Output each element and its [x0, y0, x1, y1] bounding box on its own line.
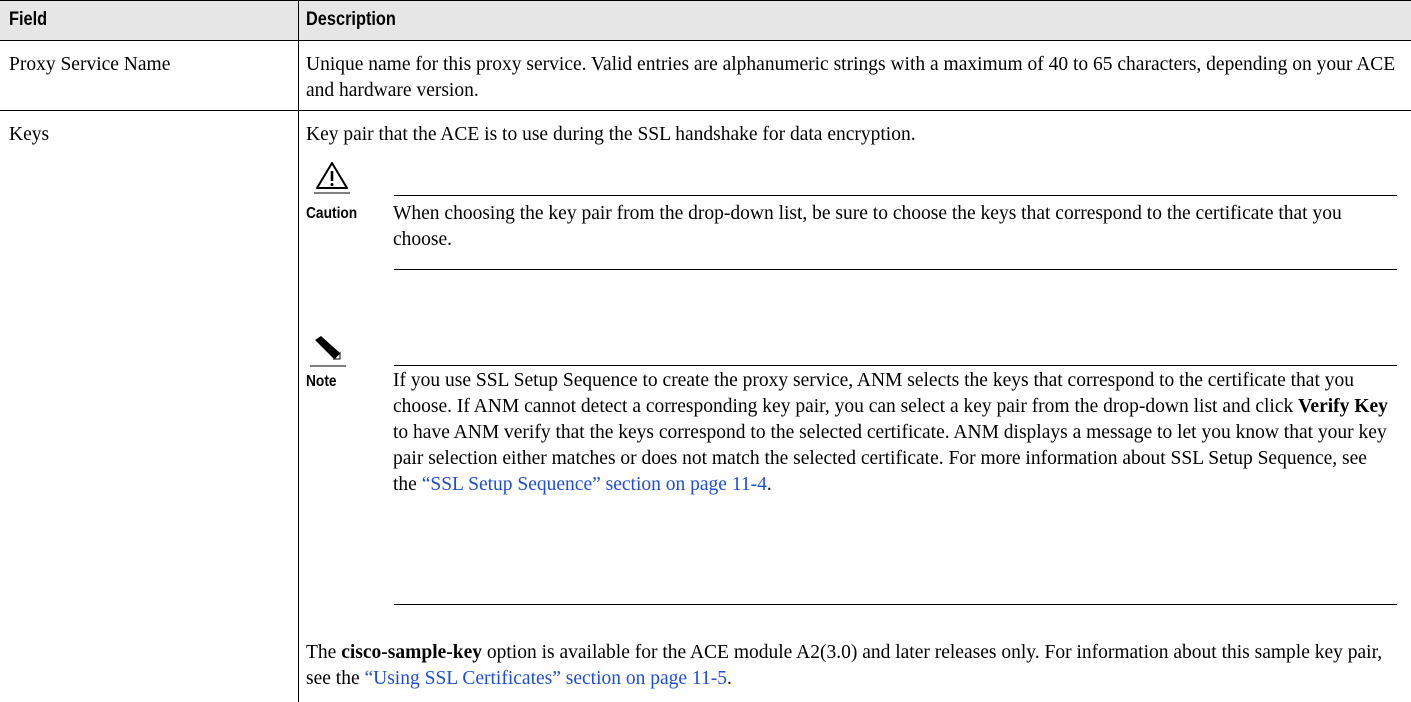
pencil-note-icon	[310, 336, 346, 367]
footer-text-part-1: The	[306, 642, 342, 663]
caution-bottom-rule	[394, 269, 1397, 270]
note-text-part-1: If you use SSL Setup Sequence to create …	[393, 370, 1354, 417]
header-bottom-border	[0, 40, 1411, 41]
caution-label: Caution	[306, 205, 358, 222]
note-top-rule	[394, 365, 1397, 366]
column-divider	[298, 0, 299, 702]
caution-text: When choosing the key pair from the drop…	[393, 203, 1342, 250]
table-row-description-proxy-service-name: Unique name for this proxy service. Vali…	[306, 54, 1396, 101]
table-row-field-keys: Keys	[9, 124, 50, 145]
caution-top-rule	[394, 195, 1397, 196]
caution-triangle-icon	[314, 162, 350, 194]
note-label: Note	[306, 373, 337, 390]
table-top-border	[0, 0, 1411, 1]
verify-key-label: Verify Key	[1298, 396, 1388, 417]
cisco-sample-key-label: cisco-sample-key	[341, 642, 483, 663]
using-ssl-certificates-link[interactable]: “Using SSL Certificates” section on page…	[364, 668, 726, 689]
row-divider	[0, 110, 1411, 111]
ssl-setup-sequence-link[interactable]: “SSL Setup Sequence” section on page 11-…	[422, 474, 767, 495]
table-row-description-keys: Key pair that the ACE is to use during t…	[306, 124, 916, 145]
table-row-field-proxy-service-name: Proxy Service Name	[9, 54, 171, 75]
footer-text-part-3: .	[726, 668, 732, 689]
column-header-description: Description	[306, 9, 396, 30]
table-header-row: Field Description	[0, 0, 1411, 40]
sample-key-paragraph: The cisco-sample-key option is available…	[306, 640, 1401, 692]
column-header-field: Field	[9, 9, 48, 30]
note-text: If you use SSL Setup Sequence to create …	[393, 368, 1393, 498]
note-text-part-3: .	[766, 474, 772, 495]
note-bottom-rule	[394, 604, 1397, 605]
